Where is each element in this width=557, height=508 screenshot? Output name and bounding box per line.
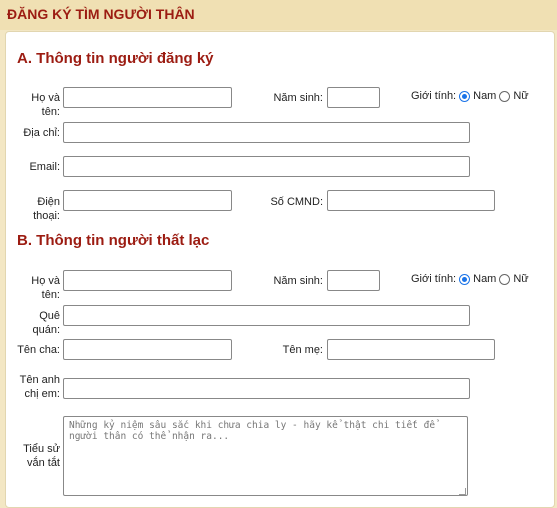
bio-label: Tiểu sử vắn tắt — [11, 442, 60, 470]
siblings-label-line2: chị em: — [24, 388, 60, 400]
registrant-gender-label: Giới tính: — [411, 90, 457, 102]
father-name-input[interactable] — [63, 339, 232, 360]
page-title: ĐĂNG KÝ TÌM NGƯỜI THÂN — [7, 6, 195, 22]
registration-form: A. Thông tin người đăng ký Họ và tên: Nă… — [5, 31, 555, 508]
missing-birthyear-label: Năm sinh: — [273, 275, 323, 287]
missing-fullname-label: Họ và tên: — [31, 275, 60, 301]
registrant-address-input[interactable] — [63, 122, 470, 143]
registrant-fullname-label: Họ và tên: — [31, 92, 60, 118]
registrant-gender-male-label[interactable]: Nam — [473, 90, 496, 102]
bio-label-line2: vắn tắt — [26, 457, 60, 469]
section-a-title: A. Thông tin người đăng ký — [17, 50, 214, 67]
registrant-gender-group: Giới tính: Nam Nữ — [411, 90, 529, 102]
resize-handle-icon[interactable] — [459, 488, 466, 495]
siblings-label: Tên anh chị em: — [11, 373, 60, 401]
registrant-birthyear-label: Năm sinh: — [273, 92, 323, 104]
registrant-gender-female-label[interactable]: Nữ — [513, 90, 528, 102]
mother-name-label: Tên mẹ: — [282, 344, 323, 356]
registrant-gender-female-radio[interactable] — [499, 90, 511, 102]
registrant-fullname-input[interactable] — [63, 87, 232, 108]
registrant-birthyear-input[interactable] — [327, 87, 380, 108]
registrant-email-input[interactable] — [63, 156, 470, 177]
registrant-gender-male-radio[interactable] — [459, 90, 471, 102]
missing-birthyear-input[interactable] — [327, 270, 380, 291]
missing-gender-label: Giới tính: — [411, 273, 457, 285]
bio-label-line1: Tiểu sử — [23, 443, 60, 455]
registrant-phone-label: Điện thoại: — [33, 196, 60, 222]
missing-gender-male-radio[interactable] — [459, 273, 471, 285]
siblings-names-input[interactable] — [63, 378, 470, 399]
registrant-address-label: Địa chỉ: — [23, 127, 60, 139]
missing-fullname-input[interactable] — [63, 270, 232, 291]
registrant-email-label: Email: — [29, 161, 60, 173]
bio-textarea[interactable] — [63, 416, 468, 496]
registrant-phone-input[interactable] — [63, 190, 232, 211]
page-header: ĐĂNG KÝ TÌM NGƯỜI THÂN — [0, 0, 557, 30]
missing-gender-group: Giới tính: Nam Nữ — [411, 273, 529, 285]
missing-gender-male-label[interactable]: Nam — [473, 273, 496, 285]
missing-gender-female-radio[interactable] — [499, 273, 511, 285]
registrant-id-input[interactable] — [327, 190, 495, 211]
missing-gender-female-label[interactable]: Nữ — [513, 273, 528, 285]
section-b-title: B. Thông tin người thất lạc — [17, 232, 210, 249]
missing-hometown-label: Quê quán: — [32, 310, 60, 336]
registrant-id-label: Số CMND: — [270, 196, 323, 208]
missing-hometown-input[interactable] — [63, 305, 470, 326]
siblings-label-line1: Tên anh — [19, 374, 60, 386]
father-name-label: Tên cha: — [17, 344, 60, 356]
mother-name-input[interactable] — [327, 339, 495, 360]
